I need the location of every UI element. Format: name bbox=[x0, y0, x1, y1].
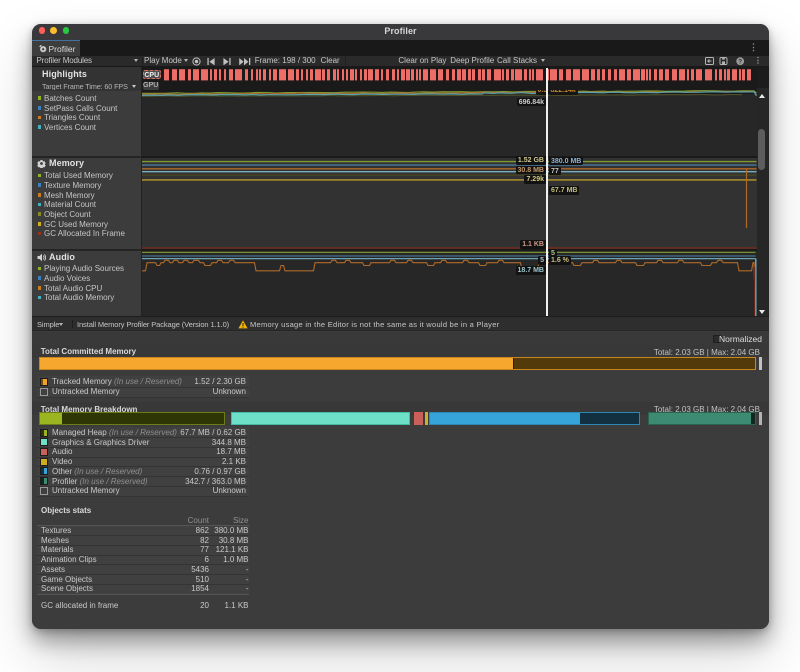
svg-text:?: ? bbox=[738, 59, 742, 66]
